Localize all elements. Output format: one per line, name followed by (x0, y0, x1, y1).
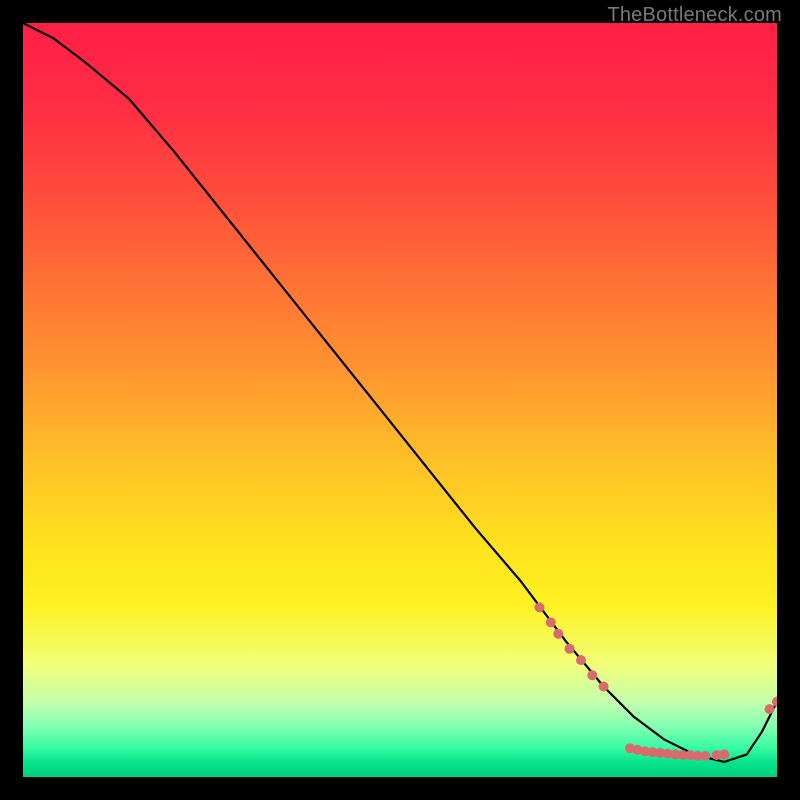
curve-layer (23, 23, 777, 777)
chart-stage: TheBottleneck.com (0, 0, 800, 800)
marker-dot (535, 602, 545, 612)
marker-dot (587, 670, 597, 680)
plot-area (23, 23, 777, 777)
marker-dot (772, 697, 777, 707)
marker-dot (719, 749, 729, 759)
marker-dot (546, 617, 556, 627)
highlight-markers (535, 602, 778, 761)
marker-dot (599, 682, 609, 692)
marker-dot (576, 655, 586, 665)
marker-dot (565, 644, 575, 654)
bottleneck-curve (23, 23, 777, 762)
marker-dot (765, 704, 775, 714)
marker-dot (700, 751, 710, 761)
marker-dot (553, 629, 563, 639)
